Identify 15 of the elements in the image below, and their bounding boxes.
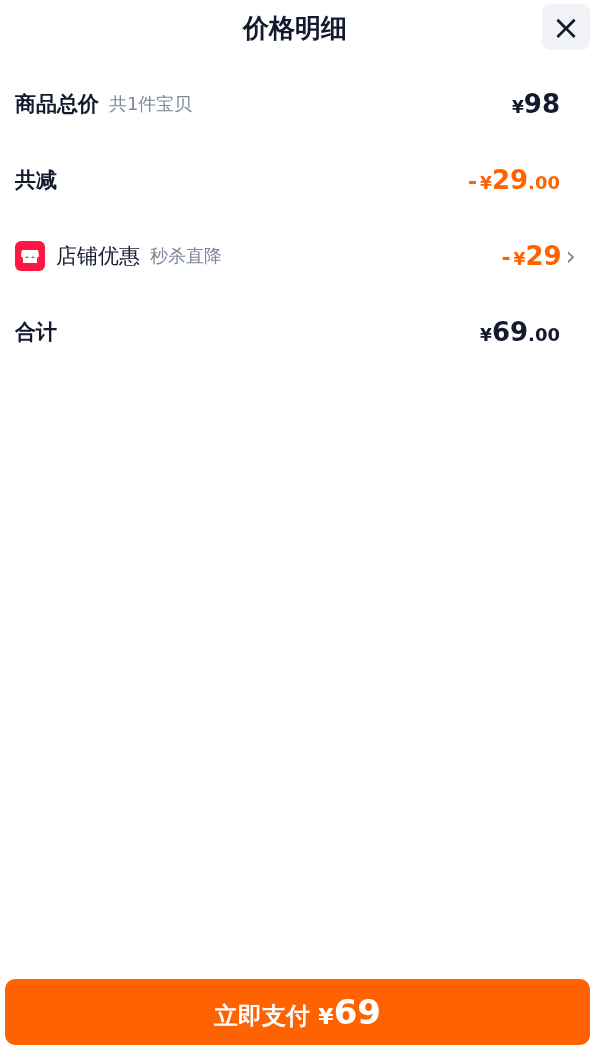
row-label: 共减 [15,167,57,194]
store-icon [15,241,45,271]
sheet-title: 价格明细 [243,11,347,45]
row-label: 商品总价 [15,91,99,118]
amount: ¥98 [511,89,560,119]
close-button[interactable]: × [542,4,590,50]
amount: -¥29 [501,241,562,271]
row-label: 店铺优惠 [56,243,140,270]
row-note: 共1件宝贝 [109,92,193,116]
row-note: 秒杀直降 [150,244,222,268]
amount: ¥69.00 [480,317,560,347]
amount: -¥29.00 [467,165,560,195]
pay-button[interactable]: 立即支付 ¥69 [5,979,590,1045]
row-label: 合计 [15,319,57,346]
chevron-icon[interactable]: › [565,243,576,269]
